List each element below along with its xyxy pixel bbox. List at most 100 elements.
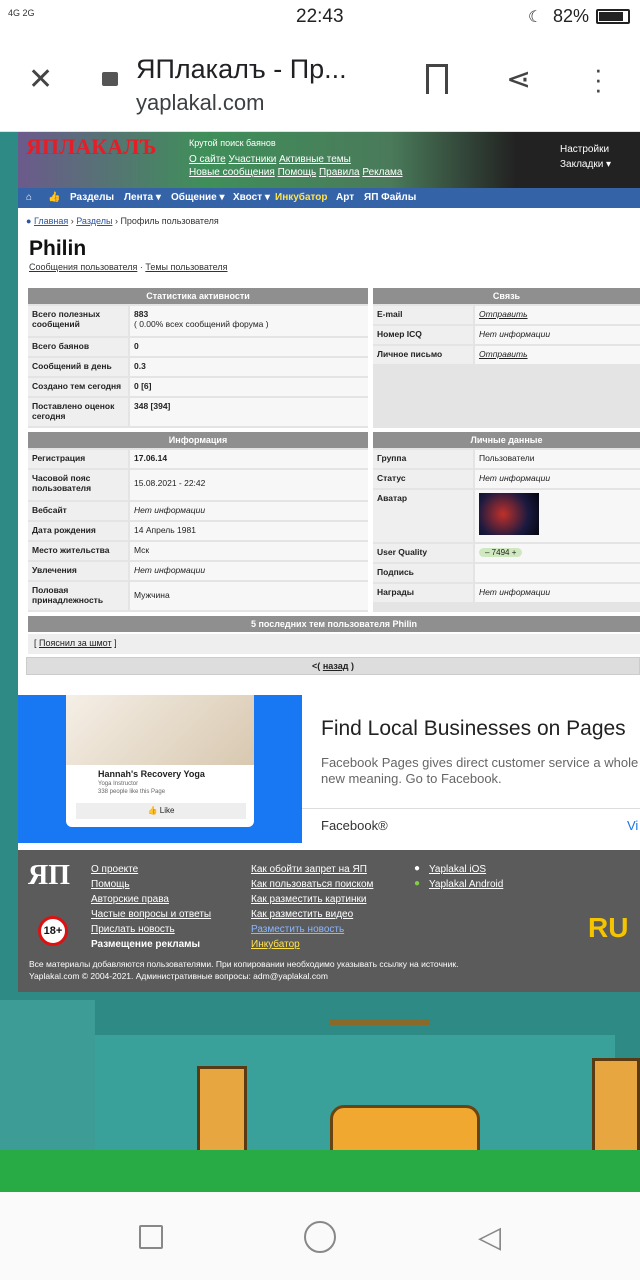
row-value: Нет информации: [475, 326, 640, 344]
thumb-icon: 👍: [147, 806, 158, 815]
footer-link-faq[interactable]: Частые вопросы и ответы: [91, 909, 211, 920]
breadcrumb-home[interactable]: Главная: [34, 216, 68, 226]
table-row: User Quality – 7494 +: [373, 544, 640, 562]
footer-link-video[interactable]: Как разместить видео: [251, 909, 353, 920]
header-links-row1: О сайте Участники Активные темы: [189, 154, 351, 165]
row-key: User Quality: [373, 544, 473, 562]
nav-talk[interactable]: Общение ▾: [171, 192, 225, 203]
footer-link-search[interactable]: Как пользоваться поиском: [251, 879, 373, 890]
header-bookmarks[interactable]: Закладки ▾: [560, 159, 611, 170]
nav-feed[interactable]: Лента ▾: [124, 192, 161, 203]
footer-link-about[interactable]: О проекте: [91, 864, 138, 875]
home-button[interactable]: [304, 1221, 336, 1253]
row-key: Вебсайт: [28, 502, 128, 520]
close-icon[interactable]: ✕: [28, 62, 53, 97]
pm-send-link[interactable]: Отправить: [475, 346, 640, 364]
footer-link-incubator[interactable]: Инкубатор: [251, 939, 300, 950]
ad-source: Facebook®: [321, 818, 388, 833]
footer-link-submit[interactable]: Прислать новость: [91, 924, 175, 935]
header-link-about[interactable]: О сайте: [189, 154, 226, 165]
ad-text: Facebook Pages gives direct customer ser…: [321, 755, 639, 786]
header-link-ads[interactable]: Реклама: [362, 167, 402, 178]
footer-link-post[interactable]: Разместить новость: [251, 924, 344, 935]
lock-icon: [102, 72, 118, 86]
footer-link-images[interactable]: Как разместить картинки: [251, 894, 366, 905]
back-button[interactable]: ◁: [478, 1220, 501, 1255]
header-link-rules[interactable]: Правила: [319, 167, 360, 178]
age-badge: 18+: [38, 916, 68, 946]
more-icon[interactable]: · · ·: [594, 56, 603, 102]
header-link-members[interactable]: Участники: [229, 154, 277, 165]
contact-header: Связь: [373, 288, 640, 304]
footer-logo[interactable]: ЯП: [28, 860, 70, 892]
table-row: Статус Нет информации: [373, 470, 640, 488]
footer-link-ios[interactable]: Yaplakal iOS: [429, 864, 486, 875]
footer-link-bypass[interactable]: Как обойти запрет на ЯП: [251, 864, 367, 875]
recent-topic-link[interactable]: Пояснил за шмот: [39, 638, 112, 648]
status-bar: 4G 2G 22:43 ☾ 82%: [0, 0, 640, 34]
nav-sections[interactable]: Разделы: [70, 192, 114, 203]
user-posts-link[interactable]: Сообщения пользователя: [29, 262, 137, 272]
row-value: 0.3: [130, 358, 368, 376]
breadcrumb-sections[interactable]: Разделы: [76, 216, 112, 226]
browser-toolbar: ✕ ЯПлакалъ - Пр... yaplakal.com ⋖ · · ·: [0, 34, 640, 132]
row-key: Личное письмо: [373, 346, 473, 364]
header-link-new[interactable]: Новые сообщения: [189, 167, 275, 178]
site-logo[interactable]: ЯПЛАКАЛЪ: [26, 134, 156, 160]
row-value: 14 Апрель 1981: [130, 522, 368, 540]
like-icon[interactable]: 👍: [48, 192, 60, 203]
recents-button[interactable]: [139, 1225, 163, 1249]
share-icon[interactable]: ⋖: [506, 62, 531, 97]
page-title[interactable]: ЯПлакалъ - Пр...: [136, 54, 396, 85]
url-text[interactable]: yaplakal.com: [136, 90, 264, 116]
row-key: Место жительства: [28, 542, 128, 560]
header-link-active[interactable]: Активные темы: [279, 154, 351, 165]
decor-door: [197, 1066, 247, 1154]
table-row: Дата рождения 14 Апрель 1981: [28, 522, 368, 540]
back-bar: <( назад ): [26, 657, 640, 675]
header-tagline: Крутой поиск баянов: [189, 138, 276, 148]
footer-link-copyright[interactable]: Авторские права: [91, 894, 169, 905]
battery-percent: 82%: [553, 6, 590, 26]
footer-link-ads[interactable]: Размещение рекламы: [91, 939, 200, 950]
ad-card-name: Hannah's Recovery Yoga: [98, 769, 205, 779]
ad-photo: [66, 695, 254, 765]
header-link-help[interactable]: Помощь: [278, 167, 317, 178]
bookmark-icon[interactable]: [426, 64, 448, 94]
table-row: Личное письмо Отправить: [373, 346, 640, 364]
nav-files[interactable]: ЯП Файлы: [364, 192, 416, 203]
table-row: Аватар: [373, 490, 640, 542]
ad-like-button[interactable]: 👍 Like: [76, 803, 246, 819]
home-icon[interactable]: ⌂: [26, 192, 32, 203]
contact-table: Связь E-mail Отправить Номер ICQ Нет инфор…: [373, 288, 640, 428]
info-header: Информация: [28, 432, 368, 448]
network-indicator: 4G 2G: [8, 8, 35, 18]
nav-incubator[interactable]: Инкубатор: [275, 192, 328, 203]
row-value: 883( 0.00% всех сообщений форума ): [130, 306, 368, 336]
footer-note: Все материалы добавляются пользователями…: [29, 958, 629, 982]
row-key: Всего баянов: [28, 338, 128, 356]
nav-tail[interactable]: Хвост ▾: [233, 192, 270, 203]
nav-art[interactable]: Арт: [336, 192, 354, 203]
table-row: Сообщений в день 0.3: [28, 358, 368, 376]
ru-badge: RU: [588, 912, 629, 943]
header-settings[interactable]: Настройки: [560, 144, 609, 155]
system-nav-bar: ◁: [0, 1192, 640, 1280]
site-header: ЯПЛАКАЛЪ Крутой поиск баянов О сайте Уча…: [18, 132, 640, 188]
clock: 22:43: [296, 6, 344, 27]
table-row: Половая принадлежность Мужчина: [28, 582, 368, 610]
moon-icon: ☾: [528, 9, 543, 26]
row-value: Нет информации: [130, 562, 368, 580]
row-value: [475, 564, 640, 582]
email-send-link[interactable]: Отправить: [475, 306, 640, 324]
footer-note-1: Все материалы добавляются пользователями…: [29, 959, 459, 969]
ad-cta[interactable]: Vi: [627, 818, 638, 833]
row-value: Нет информации: [475, 470, 640, 488]
user-topics-link[interactable]: Темы пользователя: [145, 262, 227, 272]
footer-link-help[interactable]: Помощь: [91, 879, 130, 890]
ad-title[interactable]: Find Local Businesses on Pages: [321, 717, 626, 741]
back-link[interactable]: назад: [323, 661, 349, 671]
row-key: Аватар: [373, 490, 473, 542]
table-row: Всего полезных сообщений 883( 0.00% всех …: [28, 306, 368, 336]
footer-link-android[interactable]: Yaplakal Android: [429, 879, 503, 890]
